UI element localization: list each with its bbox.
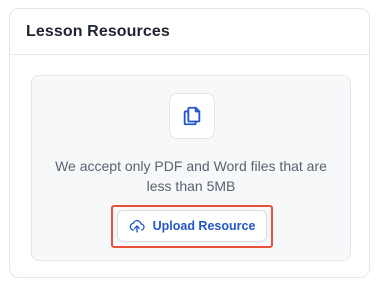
upload-dropzone[interactable]: We accept only PDF and Word files that a… <box>31 75 351 261</box>
card-title: Lesson Resources <box>26 22 170 40</box>
upload-resource-button[interactable]: Upload Resource <box>117 210 267 242</box>
file-type-hint: We accept only PDF and Word files that a… <box>55 158 327 194</box>
upload-resource-label: Upload Resource <box>152 219 256 233</box>
copy-file-icon <box>169 93 215 139</box>
cloud-upload-icon <box>129 218 145 234</box>
card-header: Lesson Resources <box>10 9 369 55</box>
lesson-resources-card: Lesson Resources We accept only PDF and … <box>9 8 370 278</box>
